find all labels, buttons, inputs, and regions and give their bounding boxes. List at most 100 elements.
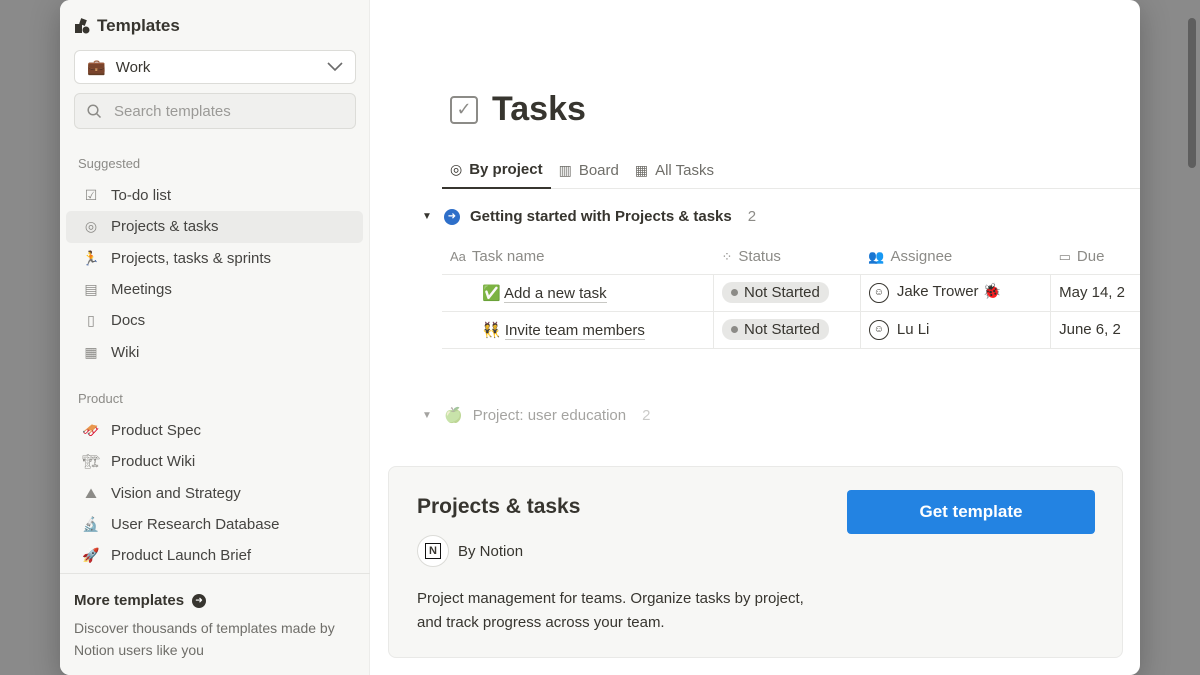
- sidebar-item-label: To-do list: [111, 187, 172, 205]
- table-header-row: Aa Task name ⁘ Status 👥 Assignee ▭ Due: [442, 240, 1140, 275]
- triangle-down-icon: ▼: [422, 409, 432, 421]
- tasks-table: Aa Task name ⁘ Status 👥 Assignee ▭ Due ✅ Add…: [442, 240, 1140, 349]
- more-templates-link[interactable]: More templates ➜: [74, 592, 356, 609]
- templates-modal: Templates 💼 Work Suggested ☑ To-do list …: [60, 0, 1140, 675]
- document-icon: ▯: [87, 312, 95, 329]
- column-label: Due: [1076, 248, 1105, 266]
- sidebar-item-wiki[interactable]: ▦ Wiki: [66, 336, 363, 367]
- arrow-circle-icon: ➜: [192, 593, 207, 608]
- people-icon: 👥: [868, 249, 885, 265]
- view-tabs: ◎ By project ▥ Board ▦ All Tasks: [442, 151, 1140, 189]
- calendar-icon: ▭: [1058, 249, 1071, 265]
- avatar: ☺: [868, 319, 889, 340]
- crane-icon: 🏗: [82, 453, 100, 470]
- table-row[interactable]: ✅ Add a new task Not Started ☺ Jake Trowe…: [442, 274, 1140, 312]
- text-icon: Aa: [450, 249, 466, 265]
- tab-by-project[interactable]: ◎ By project: [442, 151, 551, 189]
- author-name: By Notion: [458, 542, 524, 560]
- sidebar-item-label: Projects & tasks: [111, 218, 219, 236]
- group-header[interactable]: ▼ ➜ Getting started with Projects & task…: [422, 208, 756, 225]
- get-template-button[interactable]: Get template: [847, 490, 1095, 534]
- sidebar-item-projects-tasks[interactable]: ◎ Projects & tasks: [66, 211, 363, 243]
- search-icon: [87, 103, 102, 118]
- template-preview: ✓ Tasks ◎ By project ▥ Board ▦ All Tasks…: [370, 0, 1140, 675]
- avatar: ☺: [868, 282, 889, 303]
- search-box[interactable]: [74, 93, 356, 129]
- status-icon: ⁘: [721, 249, 733, 265]
- sidebar-item-vision-strategy[interactable]: ⛰ Vision and Strategy: [66, 478, 363, 509]
- product-list: 🛷 Product Spec 🏗 Product Wiki ⛰ Vision a…: [66, 415, 363, 571]
- column-label: Assignee: [890, 248, 953, 266]
- columns-icon: ▥: [558, 161, 572, 178]
- sidebar-item-product-spec[interactable]: 🛷 Product Spec: [66, 415, 363, 446]
- sidebar-item-user-research-database[interactable]: 🔬 User Research Database: [66, 509, 363, 540]
- status-label: Not Started: [743, 284, 820, 301]
- scrollbar[interactable]: [1188, 18, 1196, 168]
- microscope-icon: 🔬: [82, 516, 100, 533]
- sidebar-item-label: Vision and Strategy: [111, 484, 241, 502]
- sidebar-item-label: Meetings: [111, 281, 172, 299]
- notes-icon: ▤: [84, 281, 98, 298]
- column-header-task-name[interactable]: Aa Task name: [442, 240, 714, 275]
- tab-label: Board: [578, 161, 619, 179]
- task-name: Add a new task: [504, 284, 607, 303]
- status-cell[interactable]: Not Started: [713, 311, 861, 349]
- status-cell[interactable]: Not Started: [713, 274, 861, 312]
- sidebar-title: Templates: [74, 16, 180, 36]
- task-name-cell[interactable]: ✅ Add a new task: [442, 274, 714, 312]
- status-dot-icon: [730, 326, 738, 333]
- rocket-icon: 🚀: [82, 547, 100, 564]
- target-icon: ◎: [84, 218, 98, 235]
- apple-icon: 🍏: [444, 407, 463, 424]
- assignee-cell[interactable]: ☺ Lu Li: [860, 311, 1052, 349]
- group-count: 2: [642, 406, 651, 424]
- sidebar-item-docs[interactable]: ▯ Docs: [66, 305, 363, 336]
- table-icon: ▦: [634, 161, 649, 178]
- task-name-cell[interactable]: 👯 Invite team members: [442, 311, 714, 349]
- section-label-suggested: Suggested: [78, 156, 141, 171]
- column-header-due[interactable]: ▭ Due: [1050, 240, 1140, 275]
- sidebar-item-label: Projects, tasks & sprints: [111, 249, 272, 267]
- sidebar-item-label: Product Spec: [111, 422, 202, 440]
- column-label: Status: [738, 248, 781, 266]
- sidebar-item-projects-tasks-sprints[interactable]: 🏃 Projects, tasks & sprints: [66, 243, 363, 274]
- sidebar-item-meetings[interactable]: ▤ Meetings: [66, 274, 363, 305]
- column-header-status[interactable]: ⁘ Status: [713, 240, 861, 275]
- assignee-name: Lu Li: [896, 320, 930, 338]
- category-dropdown[interactable]: 💼 Work: [74, 50, 356, 84]
- due-cell[interactable]: June 6, 2: [1050, 311, 1140, 349]
- template-author: N By Notion: [417, 535, 523, 567]
- more-templates-panel: More templates ➜ Discover thousands of t…: [60, 573, 370, 675]
- suggested-list: ☑ To-do list ◎ Projects & tasks 🏃 Projec…: [66, 180, 363, 368]
- tab-board[interactable]: ▥ Board: [551, 151, 627, 189]
- group-label: Getting started with Projects & tasks: [470, 208, 732, 225]
- search-input[interactable]: [114, 102, 334, 120]
- assignee-cell[interactable]: ☺ Jake Trower 🐞: [860, 274, 1052, 312]
- checkbox-icon: ✓: [450, 95, 478, 124]
- sidebar-item-label: Docs: [111, 312, 146, 330]
- tab-all-tasks[interactable]: ▦ All Tasks: [627, 151, 722, 189]
- column-header-assignee[interactable]: 👥 Assignee: [860, 240, 1051, 275]
- category-value: Work: [115, 58, 151, 76]
- template-description: Project management for teams. Organize t…: [417, 590, 804, 631]
- status-badge: Not Started: [721, 282, 829, 303]
- assignee-name: Jake Trower 🐞: [896, 283, 1002, 301]
- sidebar-item-to-do-list[interactable]: ☑ To-do list: [66, 180, 363, 211]
- page-title: ✓ Tasks: [450, 90, 586, 129]
- table-row[interactable]: 👯 Invite team members Not Started ☺ Lu Li…: [442, 311, 1140, 349]
- mountain-icon: ⛰: [85, 484, 97, 501]
- section-label-product: Product: [78, 391, 123, 406]
- tab-label: By project: [469, 160, 543, 178]
- column-label: Task name: [471, 248, 545, 266]
- due-cell[interactable]: May 14, 2: [1050, 274, 1140, 312]
- sidebar-item-product-launch-brief[interactable]: 🚀 Product Launch Brief: [66, 540, 363, 571]
- group-count: 2: [747, 208, 757, 225]
- more-templates-description: Discover thousands of templates made by …: [74, 620, 335, 658]
- templates-sidebar: Templates 💼 Work Suggested ☑ To-do list …: [60, 0, 370, 675]
- status-label: Not Started: [743, 321, 820, 338]
- template-info-card: Projects & tasks N By Notion Project man…: [388, 466, 1123, 658]
- group-header[interactable]: ▼ 🍏 Project: user education 2: [422, 406, 651, 425]
- templates-logo-icon: [75, 18, 90, 34]
- sidebar-item-product-wiki[interactable]: 🏗 Product Wiki: [66, 446, 363, 477]
- book-icon: ▦: [84, 343, 98, 360]
